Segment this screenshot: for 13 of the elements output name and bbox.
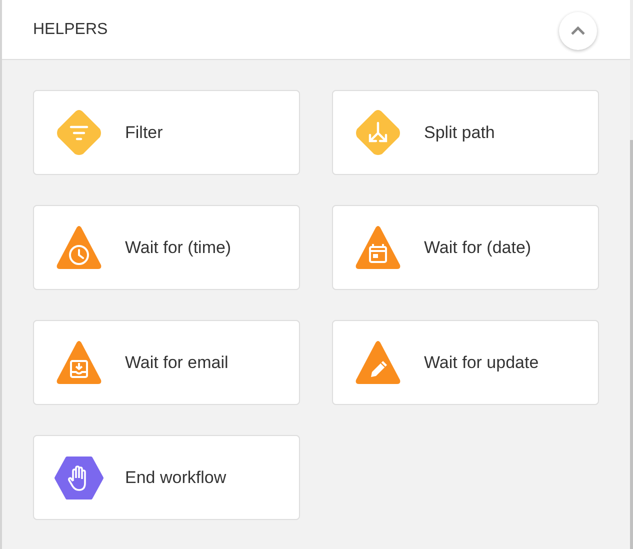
helper-card[interactable]: Wait for update (332, 320, 599, 405)
helper-card[interactable]: Filter (33, 90, 300, 175)
helper-card[interactable]: Wait for (time) (33, 205, 300, 290)
helper-card[interactable]: Wait for email (33, 320, 300, 405)
collapse-button[interactable] (559, 12, 597, 50)
helper-card[interactable]: End workflow (33, 435, 300, 520)
section-title: HELPERS (33, 20, 108, 38)
scrollbar[interactable] (630, 140, 633, 549)
chevron-icon (570, 26, 586, 36)
filter-icon (54, 108, 104, 158)
split-arrows-icon (353, 108, 403, 158)
helper-card[interactable]: Split path (332, 90, 599, 175)
helper-card[interactable]: Wait for (date) (332, 205, 599, 290)
